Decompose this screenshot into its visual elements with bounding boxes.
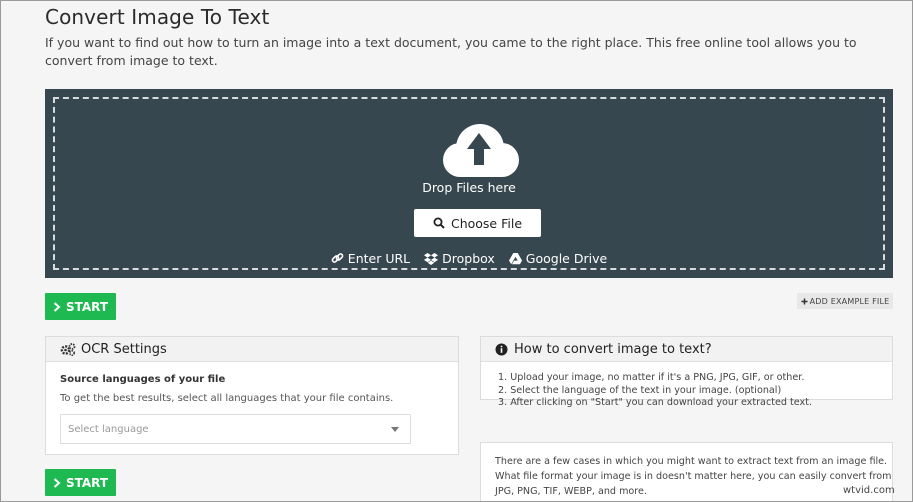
source-languages-label: Source languages of your file xyxy=(60,374,226,385)
howto-step: 3. After clicking on "Start" you can dow… xyxy=(498,397,813,408)
ocr-settings-panel: OCR Settings Source languages of your fi… xyxy=(45,336,459,455)
start-label: START xyxy=(65,299,109,314)
dropbox-link[interactable]: Dropbox xyxy=(424,251,495,266)
caret-down-icon xyxy=(391,427,399,432)
google-drive-link[interactable]: Google Drive xyxy=(508,251,608,266)
gears-icon xyxy=(60,342,76,356)
chevron-right-icon xyxy=(53,477,61,488)
info-circle-icon xyxy=(495,343,508,355)
google-drive-label: Google Drive xyxy=(525,251,608,266)
drop-files-label: Drop Files here xyxy=(422,180,516,195)
watermark: wtvid.com xyxy=(843,485,895,496)
start-label: START xyxy=(65,475,109,490)
ocr-settings-header: OCR Settings xyxy=(46,337,458,362)
page-intro: If you want to find out how to turn an i… xyxy=(45,35,857,68)
enter-url-link[interactable]: Enter URL xyxy=(331,251,410,266)
dropbox-label: Dropbox xyxy=(442,251,495,266)
language-select-placeholder: Select language xyxy=(68,423,149,435)
source-languages-help: To get the best results, select all lang… xyxy=(60,393,394,404)
ocr-settings-title: OCR Settings xyxy=(81,341,167,357)
language-select[interactable]: Select language xyxy=(60,414,411,444)
howto-header: How to convert image to text? xyxy=(481,337,892,362)
howto-title: How to convert image to text? xyxy=(514,341,712,357)
choose-file-label: Choose File xyxy=(450,215,523,231)
add-example-file-button[interactable]: ADD EXAMPLE FILE xyxy=(797,293,893,309)
page-title: Convert Image To Text xyxy=(45,5,270,29)
start-button-top[interactable]: START xyxy=(45,293,116,320)
link-icon xyxy=(331,253,344,263)
howto-steps: 1. Upload your image, no matter if it's … xyxy=(481,362,892,410)
start-button-bottom[interactable]: START xyxy=(45,469,116,496)
upload-sources: Enter URL Dropbox Google Drive xyxy=(55,251,883,266)
use-cases-panel: There are a few cases in which you might… xyxy=(480,442,893,502)
use-cases-text: There are a few cases in which you might… xyxy=(495,456,892,497)
choose-file-button[interactable]: Choose File xyxy=(414,209,541,237)
dropbox-icon xyxy=(424,252,439,265)
chevron-right-icon xyxy=(53,301,61,312)
plus-icon xyxy=(801,298,808,304)
google-drive-icon xyxy=(508,252,522,264)
add-example-label: ADD EXAMPLE FILE xyxy=(809,296,890,306)
howto-panel: How to convert image to text? 1. Upload … xyxy=(480,336,893,408)
howto-step: 1. Upload your image, no matter if it's … xyxy=(498,372,805,383)
search-icon xyxy=(433,217,445,229)
howto-step: 2. Select the language of the text in yo… xyxy=(498,384,782,396)
dropzone-dashed-border: Drop Files here Choose File Enter URL Dr… xyxy=(53,97,885,270)
file-dropzone[interactable]: Drop Files here Choose File Enter URL Dr… xyxy=(45,89,893,278)
enter-url-label: Enter URL xyxy=(347,251,411,266)
cloud-upload-icon xyxy=(443,124,519,177)
